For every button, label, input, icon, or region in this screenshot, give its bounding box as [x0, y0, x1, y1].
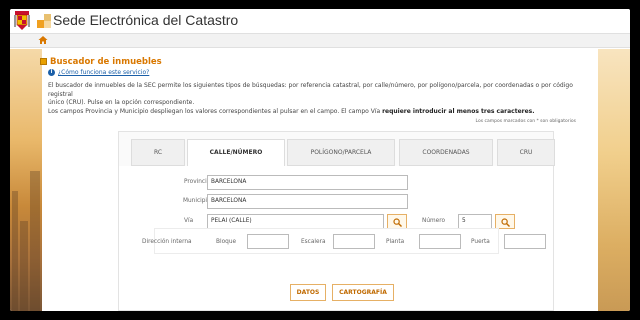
tab-coordenadas[interactable]: COORDENADAS	[399, 139, 493, 166]
info-icon: i	[48, 69, 55, 76]
site-header: Sede Electrónica del Catastro	[10, 9, 630, 34]
numero-search-icon	[501, 218, 510, 227]
howto-link[interactable]: ¿Cómo funciona este servicio?	[58, 69, 149, 76]
search-tabs: RC CALLE/NÚMERO POLÍGONO/PARCELA COORDEN…	[131, 139, 559, 167]
browser-window: Sede Electrónica del Catastro Buscador d…	[10, 9, 630, 311]
provincia-field[interactable]: BARCELONA	[207, 175, 408, 190]
description-line-2: único (CRU). Pulse en la opción correspo…	[48, 99, 195, 106]
puerta-label: Puerta	[471, 239, 490, 245]
via-search-icon	[393, 218, 402, 227]
tab-poligono-parcela[interactable]: POLÍGONO/PARCELA	[287, 139, 395, 166]
escalera-label: Escalera	[301, 239, 326, 245]
catastro-logo-icon	[37, 14, 51, 28]
coat-of-arms-icon	[14, 11, 30, 30]
description-line-3-bold: requiere introducir al menos tres caract…	[382, 107, 535, 115]
breadcrumb-bar	[10, 34, 630, 48]
planta-label: Planta	[386, 239, 405, 245]
description-line-3-text: Los campos Provincia y Municipio desplie…	[48, 107, 383, 115]
description-line-1: El buscador de inmuebles de la SEC permi…	[48, 82, 573, 98]
description-text: El buscador de inmuebles de la SEC permi…	[48, 82, 588, 116]
section-bullet-icon	[40, 58, 47, 65]
planta-field[interactable]	[419, 234, 461, 249]
left-decoration-image	[10, 49, 42, 311]
description-line-3: Los campos Provincia y Municipio desplie…	[48, 108, 588, 117]
datos-button[interactable]: DATOS	[290, 284, 326, 301]
site-title: Sede Electrónica del Catastro	[53, 12, 239, 28]
bloque-field[interactable]	[247, 234, 289, 249]
tab-rc[interactable]: RC	[131, 139, 185, 166]
main-content: Buscador de inmuebles i ¿Cómo funciona e…	[40, 49, 598, 311]
section-title: Buscador de inmuebles	[50, 57, 162, 67]
required-fields-note: Los campos marcados con * son obligatori…	[475, 119, 576, 124]
tab-cru[interactable]: CRU	[497, 139, 555, 166]
home-icon[interactable]	[38, 35, 48, 45]
municipio-field[interactable]: BARCELONA	[207, 194, 408, 209]
tab-calle-numero[interactable]: CALLE/NÚMERO	[187, 139, 285, 167]
puerta-field[interactable]	[504, 234, 546, 249]
right-decoration-image	[598, 49, 630, 311]
via-field[interactable]: PELAI (CALLE)	[207, 214, 384, 229]
numero-label: Número	[422, 218, 446, 224]
escalera-field[interactable]	[333, 234, 375, 249]
bloque-label: Bloque	[216, 239, 237, 245]
numero-field[interactable]: 5	[458, 214, 492, 229]
numero-search-button[interactable]	[495, 214, 515, 229]
via-label: Vía	[184, 218, 194, 224]
direccion-interna-label: Dirección interna	[142, 239, 192, 245]
via-search-button[interactable]	[387, 214, 407, 229]
cartografia-button[interactable]: CARTOGRAFÍA	[332, 284, 394, 301]
